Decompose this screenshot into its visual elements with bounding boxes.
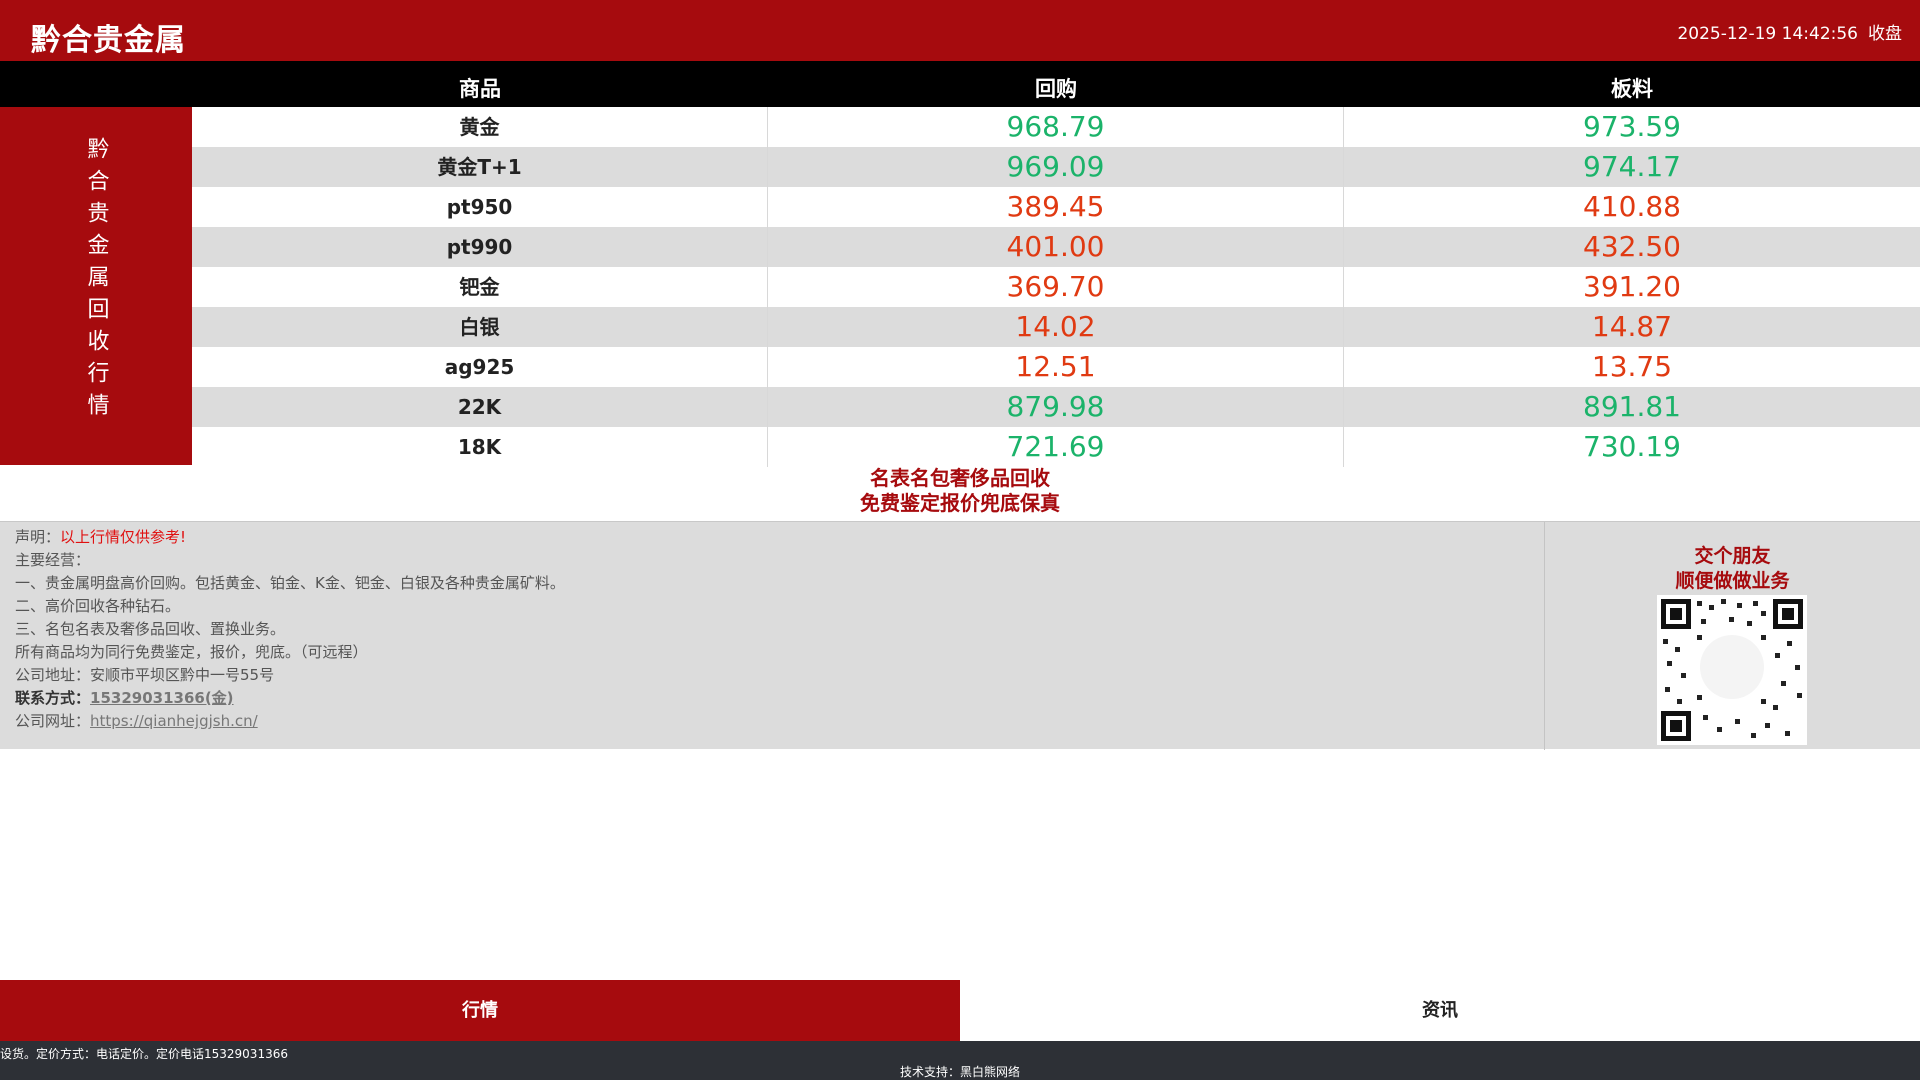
buyback-price: 969.09 bbox=[768, 147, 1344, 187]
sheet-price: 13.75 bbox=[1591, 350, 1673, 383]
disclaimer: 声明：以上行情仅供参考! bbox=[15, 526, 1535, 549]
buyback-price: 879.98 bbox=[768, 387, 1344, 427]
disclaimer-label: 声明： bbox=[15, 528, 61, 546]
product-name: pt950 bbox=[192, 187, 768, 227]
website-label: 公司网址： bbox=[15, 712, 91, 730]
column-header-product: 商品 bbox=[459, 77, 501, 101]
business-item: 一、贵金属明盘高价回购。包括黄金、铂金、K金、钯金、白银及各种贵金属矿料。 bbox=[15, 574, 565, 592]
table-row: ag925 12.51 13.75 bbox=[192, 347, 1920, 387]
qr-caption: 交个朋友 顺便做做业务 bbox=[1545, 544, 1920, 594]
buyback-price: 968.79 bbox=[768, 107, 1344, 147]
footer-ticker: 设货。定价方式：电话定价。定价电话15329031366 bbox=[0, 1047, 288, 1061]
table-row: 白银 14.02 14.87 bbox=[192, 307, 1920, 347]
business-label: 主要经营： bbox=[15, 551, 91, 569]
sheet-price: 391.20 bbox=[1583, 270, 1681, 303]
company-info-section: 声明：以上行情仅供参考! 主要经营： 一、贵金属明盘高价回购。包括黄金、铂金、K… bbox=[0, 521, 1920, 750]
buyback-price: 389.45 bbox=[768, 187, 1344, 227]
product-name: ag925 bbox=[192, 347, 768, 387]
tab-news[interactable]: 资讯 bbox=[960, 980, 1920, 1041]
contact-phone-link[interactable]: 15329031366(金) bbox=[90, 689, 234, 707]
sheet-price: 973.59 bbox=[1583, 110, 1681, 143]
product-name: 黄金T+1 bbox=[192, 147, 768, 187]
table-row: 黄金 968.79 973.59 bbox=[192, 107, 1920, 147]
qr-caption-line-1: 交个朋友 bbox=[1694, 545, 1771, 567]
promo-line-1: 名表名包奢侈品回收 bbox=[870, 466, 1050, 490]
table-row: 18K 721.69 730.19 bbox=[192, 427, 1920, 467]
price-table: 黄金 968.79 973.59 黄金T+1 969.09 974.17 pt9… bbox=[192, 107, 1920, 467]
website-link[interactable]: https://qianhejgjsh.cn/ bbox=[90, 712, 258, 730]
buyback-price: 721.69 bbox=[768, 427, 1344, 467]
sheet-price: 14.87 bbox=[1591, 310, 1673, 343]
sheet-price: 974.17 bbox=[1583, 150, 1681, 183]
contact: 联系方式：15329031366(金) bbox=[15, 687, 1535, 710]
buyback-price: 12.51 bbox=[768, 347, 1344, 387]
buyback-price: 369.70 bbox=[768, 267, 1344, 307]
contact-label: 联系方式： bbox=[15, 689, 91, 707]
table-row: 黄金T+1 969.09 974.17 bbox=[192, 147, 1920, 187]
table-header: 商品 回购 板料 bbox=[0, 61, 1920, 107]
sheet-price: 432.50 bbox=[1583, 230, 1681, 263]
buyback-price: 401.00 bbox=[768, 227, 1344, 267]
business-item: 二、高价回收各种钻石。 bbox=[15, 597, 181, 615]
brand-title: 黔合贵金属 bbox=[31, 23, 186, 58]
business-item: 所有商品均为同行免费鉴定，报价，兜底。（可远程） bbox=[15, 643, 368, 661]
bottom-tabs: 行情 资讯 bbox=[0, 980, 1920, 1041]
top-header: 黔合贵金属 2025-12-19 14:42:56 收盘 bbox=[0, 0, 1920, 61]
product-name: 钯金 bbox=[192, 267, 768, 307]
promo-line-2: 免费鉴定报价兜底保真 bbox=[860, 491, 1060, 515]
market-status: 收盘 bbox=[1868, 24, 1902, 44]
sheet-price: 410.88 bbox=[1583, 190, 1681, 223]
website: 公司网址：https://qianhejgjsh.cn/ bbox=[15, 710, 1535, 733]
tab-quotes[interactable]: 行情 bbox=[0, 980, 960, 1041]
buyback-price: 14.02 bbox=[768, 307, 1344, 347]
side-label: 黔合贵金属回收行情 bbox=[83, 137, 109, 425]
side-label-panel: 黔合贵金属回收行情 bbox=[0, 107, 192, 465]
company-address: 公司地址：安顺市平坝区黔中一号55号 bbox=[15, 666, 275, 684]
product-name: 黄金 bbox=[192, 107, 768, 147]
promo-banner: 名表名包奢侈品回收 免费鉴定报价兜底保真 bbox=[0, 466, 1920, 516]
product-name: 白银 bbox=[192, 307, 768, 347]
qr-caption-line-2: 顺便做做业务 bbox=[1675, 570, 1790, 592]
footer: 设货。定价方式：电话定价。定价电话15329031366 技术支持：黑白熊网络 bbox=[0, 1041, 1920, 1080]
table-row: 22K 879.98 891.81 bbox=[192, 387, 1920, 427]
product-name: 22K bbox=[192, 387, 768, 427]
qr-code-icon bbox=[1657, 595, 1807, 745]
business-item: 三、名包名表及奢侈品回收、置换业务。 bbox=[15, 620, 286, 638]
table-row: pt990 401.00 432.50 bbox=[192, 227, 1920, 267]
product-name: 18K bbox=[192, 427, 768, 467]
datetime: 2025-12-19 14:42:56 bbox=[1677, 24, 1858, 44]
column-header-buyback: 回购 bbox=[1035, 77, 1077, 101]
table-row: pt950 389.45 410.88 bbox=[192, 187, 1920, 227]
product-name: pt990 bbox=[192, 227, 768, 267]
disclaimer-text: 以上行情仅供参考! bbox=[60, 528, 187, 546]
company-info-text: 声明：以上行情仅供参考! 主要经营： 一、贵金属明盘高价回购。包括黄金、铂金、K… bbox=[15, 526, 1535, 733]
sheet-price: 891.81 bbox=[1583, 390, 1681, 423]
sheet-price: 730.19 bbox=[1583, 430, 1681, 463]
clock: 2025-12-19 14:42:56 收盘 bbox=[1677, 19, 1902, 44]
footer-credit: 技术支持：黑白熊网络 bbox=[899, 1065, 1020, 1079]
column-header-sheet: 板料 bbox=[1611, 77, 1653, 101]
table-row: 钯金 369.70 391.20 bbox=[192, 267, 1920, 307]
